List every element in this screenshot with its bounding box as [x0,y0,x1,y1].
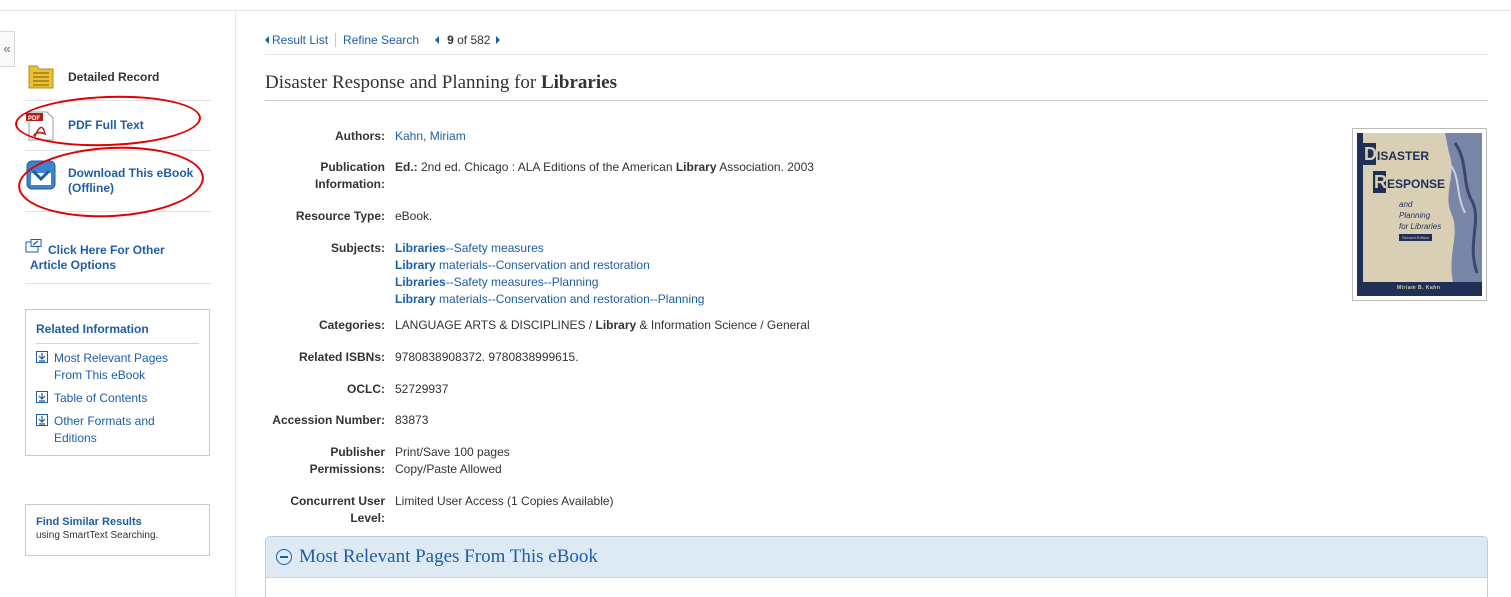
related-item-label-sub: From This eBook [54,368,146,382]
field-authors: Authors: Kahn, Miriam [265,128,466,145]
related-item-other-formats[interactable]: Other Formats and Editions [36,413,199,447]
pdf-full-text-link[interactable]: PDF PDF Full Text [25,110,211,142]
related-item-label-sub: Editions [54,431,97,445]
field-value: eBook. [395,209,433,223]
field-label: Categories: [318,318,385,332]
subject-link[interactable]: Library materials--Conservation and rest… [395,257,704,274]
pdf-icon: PDF [26,111,54,141]
find-similar-panel: Find Similar Results using SmartText Sea… [25,504,210,556]
chevron-left-icon [265,36,269,44]
download-ebook-link[interactable]: Download This eBook (Offline) [25,159,211,196]
field-value: 83873 [395,413,429,427]
cover-author: Miriam B. Kahn [1397,285,1441,291]
field-subjects: Subjects: Libraries--Safety measures Lib… [265,240,705,308]
sidebar-divider [25,150,211,151]
related-item-label: Most Relevant Pages [54,351,169,365]
other-options-label-2: Article Options [30,258,117,272]
download-ebook-label-sub: (Offline) [68,181,114,195]
svg-text:PDF: PDF [28,116,40,122]
cover-edition: Second Edition [1399,234,1432,241]
subject-link[interactable]: Libraries--Safety measures--Planning [395,274,704,291]
field-label: Concurrent User Level: [290,494,385,525]
chevron-left-icon [435,36,440,44]
find-similar-link[interactable]: Find Similar Results [36,516,199,528]
nav-separator [335,33,337,47]
field-value: Limited User Access (1 Copies Available) [395,494,614,508]
field-label: Publisher [330,445,385,459]
field-concurrent-user-level: Concurrent User Level: Limited User Acce… [265,493,614,527]
cover-subtitle: and [1399,200,1413,209]
download-arrow-icon [36,391,48,403]
refine-search-link[interactable]: Refine Search [343,33,419,47]
total-results: of 582 [457,33,491,47]
cover-subtitle: Planning [1399,211,1431,220]
other-article-options-link[interactable]: Click Here For Other Article Options [25,239,211,273]
most-relevant-pages-toggle[interactable]: Most Relevant Pages From This eBook [266,537,1487,578]
field-value: 52729937 [395,382,449,396]
subject-link[interactable]: Library materials--Conservation and rest… [395,291,704,308]
field-label: Accession Number: [272,413,385,427]
related-item-table-of-contents[interactable]: Table of Contents [36,390,199,407]
sidebar-divider [25,283,211,284]
field-label: Resource Type: [295,209,385,223]
collapse-sidebar-button[interactable]: « [0,31,15,67]
detailed-record-icon [28,65,54,89]
external-window-icon [25,239,42,253]
most-relevant-pages-heading: Most Relevant Pages From This eBook [299,546,598,567]
chevron-right-icon [496,36,501,44]
result-list-link[interactable]: Result List [265,33,328,47]
field-label: OCLC: [347,382,385,396]
sidebar-divider [25,211,211,212]
download-arrow-icon [36,414,48,426]
download-ebook-label: Download This eBook [68,166,194,180]
result-navigation: Result List Refine Search 9 of 582 [265,33,1488,55]
panel-divider [36,343,199,344]
pdf-full-text-label: PDF Full Text [68,118,144,132]
download-ebook-icon [26,160,56,190]
field-value: 9780838908372. 9780838999615. [395,350,579,364]
other-options-label-1: Click Here For Other [48,243,165,257]
field-categories: Categories: LANGUAGE ARTS & DISCIPLINES … [265,317,810,334]
detailed-record-label: Detailed Record [68,70,160,84]
subject-link[interactable]: Libraries--Safety measures [395,240,704,257]
related-information-panel: Related Information Most Relevant Pages … [25,309,210,456]
cover-letter-d: D [1364,144,1377,164]
author-link[interactable]: Kahn, Miriam [395,129,466,143]
sidebar-divider [25,100,211,101]
detailed-record-link[interactable]: Detailed Record [25,62,211,94]
field-related-isbns: Related ISBNs: 9780838908372. 9780838999… [265,349,579,366]
field-label: Permissions: [309,462,385,476]
field-label: Authors: [335,129,385,143]
download-arrow-icon [36,351,48,363]
related-item-label: Other Formats and [54,414,155,428]
field-label: Publication [320,160,385,174]
cover-title-line2: ESPONSE [1387,177,1446,191]
cover-title-line1: ISASTER [1377,149,1430,163]
most-relevant-pages-section: Most Relevant Pages From This eBook [265,536,1488,597]
prev-result-button[interactable] [435,33,442,47]
record-title: Disaster Response and Planning for Libra… [265,72,1488,101]
book-cover-image[interactable]: DISASTER RESPONSE and Planning for Libra… [1352,128,1487,301]
field-resource-type: Resource Type: eBook. [265,208,433,225]
category-link[interactable]: LANGUAGE ARTS & DISCIPLINES / Library & … [395,317,810,334]
collapse-minus-icon [276,549,292,565]
cover-subtitle: for Libraries [1399,222,1442,231]
cover-letter-r: R [1374,172,1387,192]
field-label: Information: [315,177,385,191]
field-accession-number: Accession Number: 83873 [265,412,428,429]
field-label: Subjects: [330,241,385,255]
next-result-button[interactable] [490,33,501,47]
field-publisher-permissions: Publisher Permissions: Print/Save 100 pa… [265,444,510,478]
field-oclc: OCLC: 52729937 [265,381,448,398]
field-value: Print/Save 100 pages [395,445,510,459]
related-item-label: Table of Contents [54,391,148,405]
field-value: Copy/Paste Allowed [395,462,502,476]
field-publication-information: Publication Information: Ed.: 2nd ed. Ch… [265,159,814,193]
field-label: Related ISBNs: [298,350,385,364]
related-information-heading: Related Information [36,322,149,336]
field-value: Ed.: 2nd ed. Chicago : ALA Editions of t… [395,160,814,174]
related-item-most-relevant[interactable]: Most Relevant Pages From This eBook [36,350,199,384]
find-similar-subtext: using SmartText Searching. [36,530,159,541]
current-position: 9 [447,33,454,47]
